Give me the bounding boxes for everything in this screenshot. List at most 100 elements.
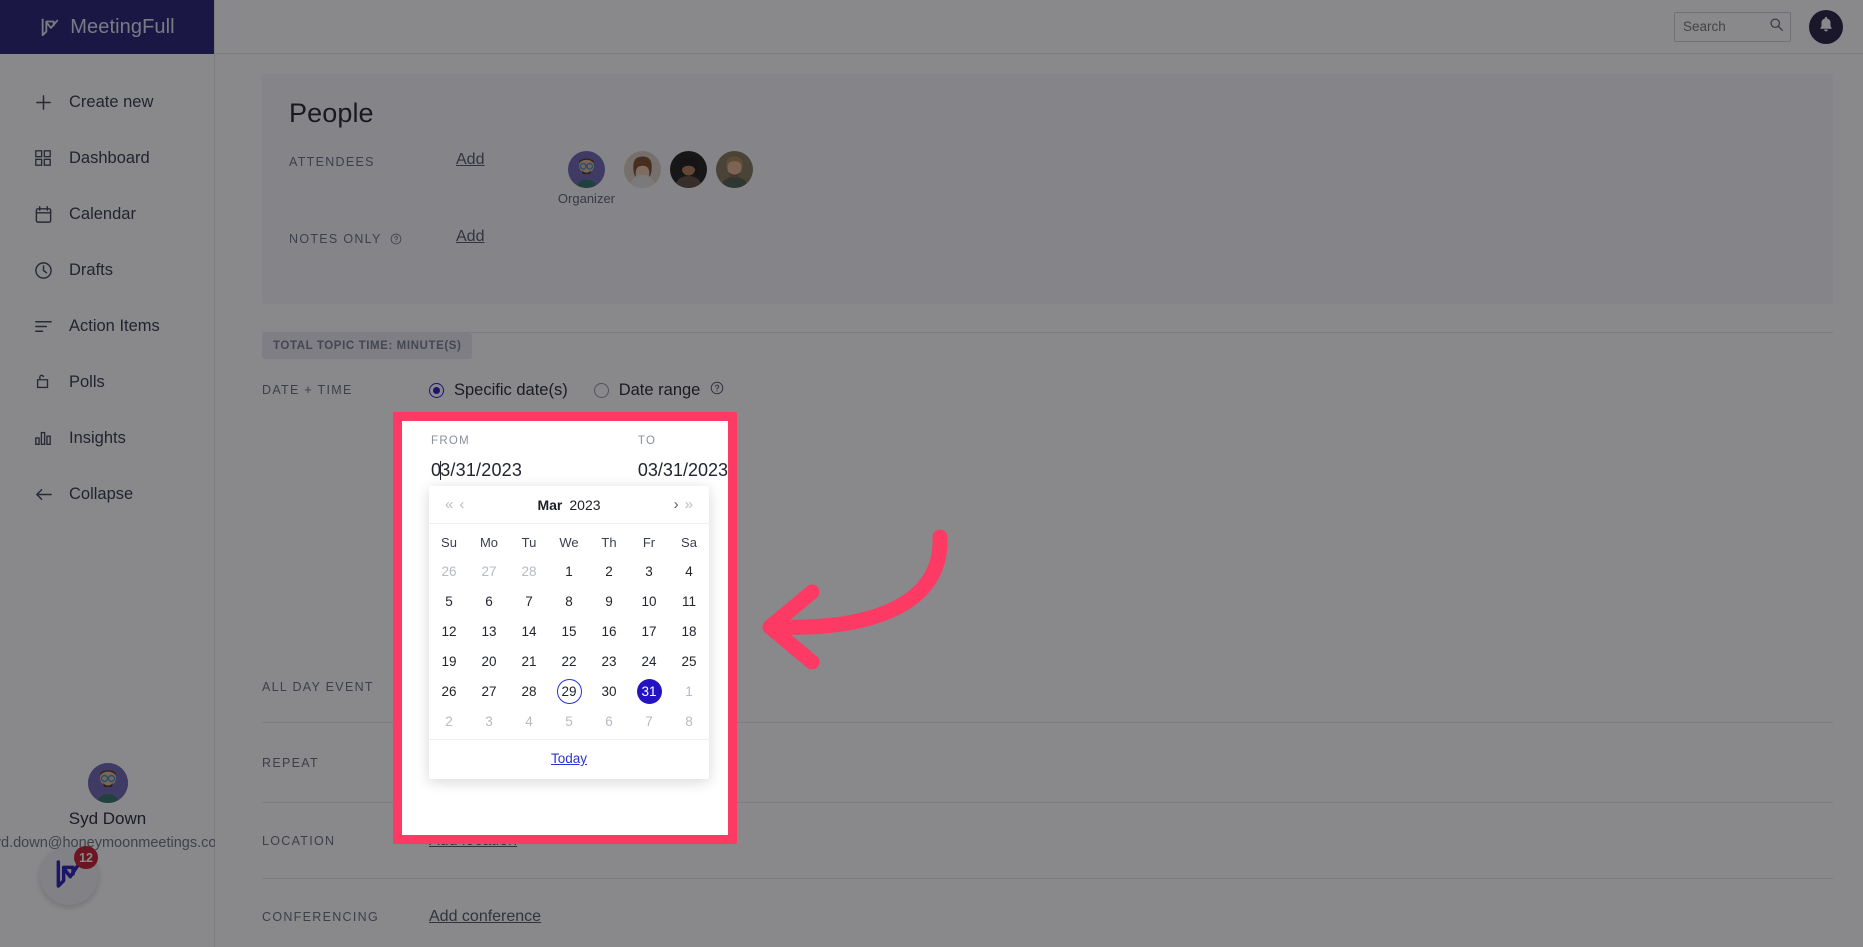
calendar-day-cell[interactable]: 29 [549, 676, 589, 706]
from-date-input[interactable]: 03/31/2023 [431, 460, 638, 481]
calendar-day[interactable]: 3 [477, 709, 502, 734]
calendar-day[interactable]: 19 [437, 649, 462, 674]
calendar-day[interactable]: 30 [597, 679, 622, 704]
calendar-day-cell[interactable]: 11 [669, 586, 709, 616]
calendar-day-cell[interactable]: 2 [429, 706, 469, 736]
calendar-day-cell[interactable]: 21 [509, 646, 549, 676]
calendar-day[interactable]: 6 [597, 709, 622, 734]
calendar-day[interactable]: 16 [597, 619, 622, 644]
calendar-day[interactable]: 21 [517, 649, 542, 674]
double-chevron-left-icon[interactable]: « [442, 496, 456, 513]
calendar-day-cell[interactable]: 4 [669, 556, 709, 586]
calendar-day[interactable]: 14 [517, 619, 542, 644]
calendar-day[interactable]: 22 [557, 649, 582, 674]
calendar-day-cell[interactable]: 18 [669, 616, 709, 646]
weekday-header: Su [441, 534, 457, 550]
calendar-day[interactable]: 27 [477, 559, 502, 584]
calendar-day[interactable]: 17 [637, 619, 662, 644]
calendar-day-cell[interactable]: 25 [669, 646, 709, 676]
calendar-day-cell[interactable]: 23 [589, 646, 629, 676]
calendar-day-cell[interactable]: 8 [669, 706, 709, 736]
calendar-day-cell[interactable]: 6 [469, 586, 509, 616]
calendar-day-selected[interactable]: 31 [636, 678, 662, 704]
calendar-day-cell[interactable]: 8 [549, 586, 589, 616]
calendar-day[interactable]: 6 [477, 589, 502, 614]
calendar-month[interactable]: Mar [537, 497, 562, 513]
today-link[interactable]: Today [551, 751, 587, 766]
chevron-right-icon[interactable]: › [671, 496, 682, 513]
calendar-day[interactable]: 25 [677, 649, 702, 674]
calendar-day-today[interactable]: 29 [556, 678, 582, 704]
calendar-day-cell[interactable]: 10 [629, 586, 669, 616]
calendar-day-cell[interactable]: 27 [469, 556, 509, 586]
calendar-day-cell[interactable]: 3 [469, 706, 509, 736]
calendar-title: Mar 2023 [467, 497, 670, 513]
calendar-day[interactable]: 13 [477, 619, 502, 644]
calendar-week-row: 19 20 21 22 23 24 25 [429, 646, 709, 676]
calendar-day-cell[interactable]: 17 [629, 616, 669, 646]
calendar-day-cell[interactable]: 28 [509, 556, 549, 586]
calendar-day[interactable]: 4 [517, 709, 542, 734]
calendar-day[interactable]: 5 [437, 589, 462, 614]
calendar-day-cell[interactable]: 5 [549, 706, 589, 736]
calendar-day[interactable]: 8 [557, 589, 582, 614]
calendar-day[interactable]: 3 [637, 559, 662, 584]
calendar-day[interactable]: 18 [677, 619, 702, 644]
chevron-left-icon[interactable]: ‹ [456, 496, 467, 513]
double-chevron-right-icon[interactable]: » [682, 496, 696, 513]
calendar-day[interactable]: 26 [437, 679, 462, 704]
calendar-day[interactable]: 4 [677, 559, 702, 584]
calendar-day[interactable]: 11 [677, 589, 702, 614]
calendar-day[interactable]: 20 [477, 649, 502, 674]
calendar-day[interactable]: 7 [637, 709, 662, 734]
calendar-day-cell[interactable]: 4 [509, 706, 549, 736]
calendar-day-cell[interactable]: 9 [589, 586, 629, 616]
calendar-day-cell[interactable]: 15 [549, 616, 589, 646]
calendar-day-cell[interactable]: 5 [429, 586, 469, 616]
calendar-day[interactable]: 23 [597, 649, 622, 674]
calendar-day-cell[interactable]: 28 [509, 676, 549, 706]
calendar-day-cell[interactable]: 1 [549, 556, 589, 586]
weekday-header: Fr [642, 534, 656, 550]
calendar-day-cell[interactable]: 6 [589, 706, 629, 736]
calendar-day-cell[interactable]: 7 [509, 586, 549, 616]
calendar-day[interactable]: 10 [637, 589, 662, 614]
calendar-day-cell[interactable]: 1 [669, 676, 709, 706]
calendar-day-cell[interactable]: 7 [629, 706, 669, 736]
calendar-day[interactable]: 1 [557, 559, 582, 584]
calendar-day[interactable]: 12 [437, 619, 462, 644]
calendar-day-cell[interactable]: 30 [589, 676, 629, 706]
calendar-week-row: 12 13 14 15 16 17 18 [429, 616, 709, 646]
calendar-day[interactable]: 26 [437, 559, 462, 584]
calendar-day[interactable]: 2 [597, 559, 622, 584]
weekday-header: Tu [521, 534, 537, 550]
calendar-day-cell[interactable]: 13 [469, 616, 509, 646]
calendar-day[interactable]: 24 [637, 649, 662, 674]
calendar-day[interactable]: 1 [677, 679, 702, 704]
calendar-day[interactable]: 15 [557, 619, 582, 644]
calendar-day-cell[interactable]: 2 [589, 556, 629, 586]
calendar-day-cell[interactable]: 20 [469, 646, 509, 676]
calendar-day[interactable]: 27 [477, 679, 502, 704]
calendar-day-cell[interactable]: 16 [589, 616, 629, 646]
calendar-day-cell[interactable]: 22 [549, 646, 589, 676]
calendar-day[interactable]: 28 [517, 679, 542, 704]
calendar-day-cell[interactable]: 24 [629, 646, 669, 676]
calendar-day[interactable]: 28 [517, 559, 542, 584]
calendar-day-cell[interactable]: 19 [429, 646, 469, 676]
calendar-day-cell[interactable]: 31 [629, 676, 669, 706]
calendar-day-cell[interactable]: 12 [429, 616, 469, 646]
calendar-year[interactable]: 2023 [569, 497, 600, 513]
calendar-day-cell[interactable]: 26 [429, 676, 469, 706]
calendar-day-cell[interactable]: 27 [469, 676, 509, 706]
calendar-day-cell[interactable]: 26 [429, 556, 469, 586]
calendar-day[interactable]: 7 [517, 589, 542, 614]
calendar-day-cell[interactable]: 3 [629, 556, 669, 586]
calendar-day[interactable]: 9 [597, 589, 622, 614]
to-label: TO [637, 435, 657, 447]
calendar-day[interactable]: 5 [557, 709, 582, 734]
to-date-input[interactable]: 03/31/2023 [638, 460, 728, 481]
calendar-day[interactable]: 2 [437, 709, 462, 734]
calendar-day-cell[interactable]: 14 [509, 616, 549, 646]
calendar-day[interactable]: 8 [677, 709, 702, 734]
